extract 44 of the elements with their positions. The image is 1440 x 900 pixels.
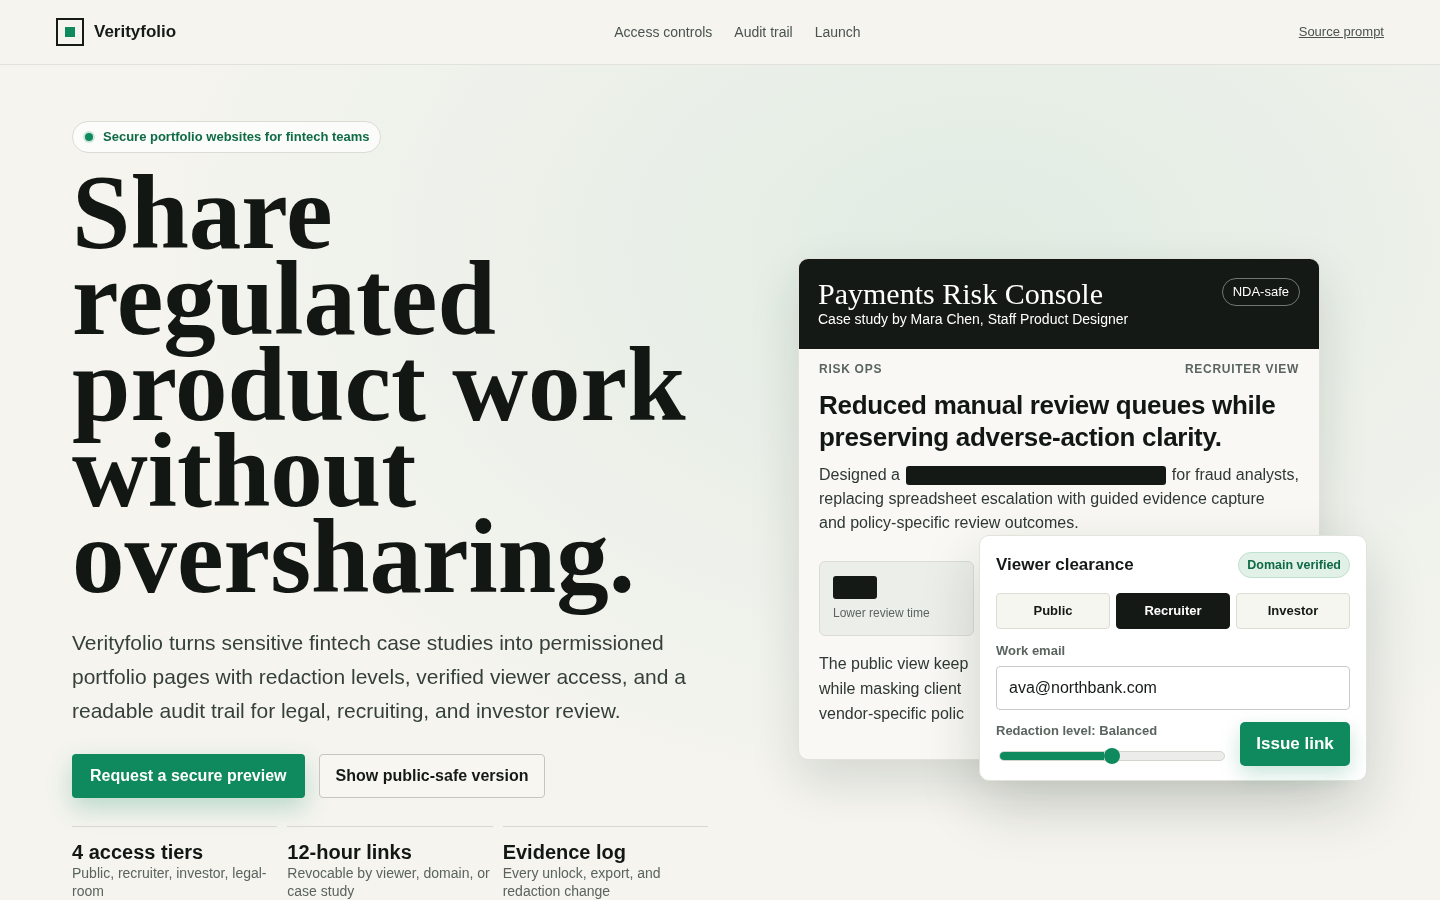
issue-link-button[interactable]: Issue link [1240,722,1350,766]
tier-tab[interactable]: Recruiter [1116,593,1230,629]
body-text: vendor-specific polic [819,705,964,722]
redaction-label: Redaction level: Balanced [996,722,1159,740]
redaction-block-icon [833,576,877,599]
body-text: The public view keep [819,655,969,672]
email-label: Work email [996,642,1067,660]
status-dot-icon [83,131,95,143]
intro-text: Designed a [819,465,900,485]
intro-text: replacing spreadsheet escalation with guided evidence capture [819,490,1265,507]
stat-title: 4 access tiers [72,840,205,865]
stat-description: Every unlock, export, and redaction change [502,864,662,900]
panel-title: Viewer clearance [996,554,1134,577]
case-study-headline: Reduced manual review queues while preserving adverse-action clarity. [819,389,1277,453]
source-prompt-link[interactable]: Source prompt [1298,22,1384,42]
stat-title: Evidence log [502,840,628,865]
case-study-byline: Case study by Mara Chen, Staff Product Designer [818,310,1129,328]
intro-text: and policy-specific review outcomes. [819,514,1079,531]
category-label: RISK OPS [819,361,883,377]
tier-tab[interactable]: Public [996,593,1110,629]
logo-icon [56,18,84,46]
case-study-title: Payments Risk Console [818,278,1104,310]
slider-thumb[interactable] [1104,748,1120,764]
redaction-bar-icon [905,465,1166,485]
domain-verified-badge: Domain verified [1238,552,1350,578]
hero-title: Share regulated product work without oversharing. [72,158,687,617]
email-input[interactable]: ava@northbank.com [996,666,1350,710]
request-preview-button[interactable]: Request a secure preview [72,754,305,798]
stat-description: Revocable by viewer, domain, or case study [287,864,491,900]
nav-link[interactable]: Launch [814,21,861,43]
body-text: while masking client [819,680,962,697]
nav-link[interactable]: Access controls [614,21,713,43]
tier-tab[interactable]: Investor [1236,593,1350,629]
hero-badge-text: Secure portfolio websites for fintech teams [103,128,370,147]
brand-name: Verityfolio [94,21,177,44]
metric-label: Lower review time [833,605,931,621]
intro-text: for fraud analysts, [1171,465,1299,485]
slider-track[interactable] [999,751,1225,761]
public-version-button[interactable]: Show public-safe version [318,754,546,798]
view-label: RECRUITER VIEW [1184,361,1299,377]
nav-link[interactable]: Audit trail [734,21,793,43]
stat-title: 12-hour links [287,840,413,865]
hero-description: Verityfolio turns sensitive fintech case studies into permissioned portfolio pages with redaction levels, verified viewer access, and a readable audit trail for legal, recruiting, and investor review. [72,630,687,724]
stat-description: Public, recruiter, investor, legal-room [72,864,268,900]
